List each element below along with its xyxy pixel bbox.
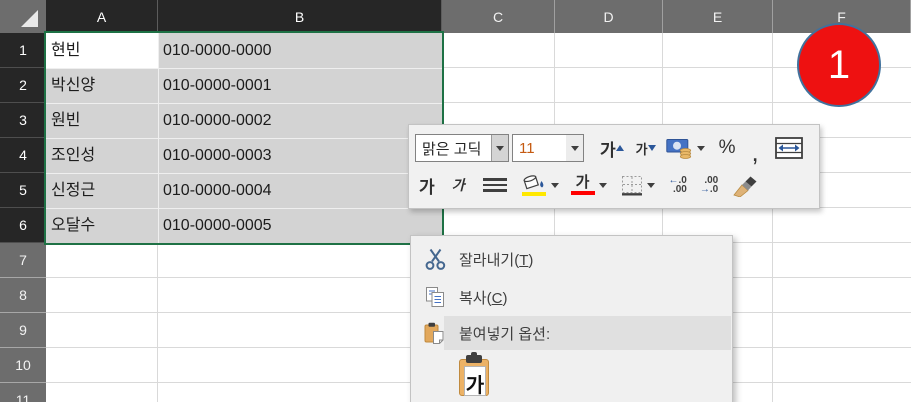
- cell-b3[interactable]: 010-0000-0002: [163, 103, 433, 138]
- table-row: 박신양 010-0000-0001: [46, 68, 442, 103]
- cell-b2[interactable]: 010-0000-0001: [163, 68, 433, 103]
- font-size-value: 11: [513, 135, 566, 161]
- increase-font-icon: [616, 145, 624, 151]
- increase-decimal-icon: ←.0 .00: [669, 176, 687, 194]
- font-name-value: 맑은 고딕: [416, 135, 491, 161]
- format-painter-brush-icon: [732, 173, 760, 197]
- row-header-5[interactable]: 5: [0, 173, 46, 208]
- italic-button[interactable]: 가: [453, 175, 466, 195]
- format-table-button[interactable]: [775, 137, 803, 159]
- paste-options-label: 붙여넣기 옵션:: [459, 323, 550, 344]
- context-menu-item-paste-options: 붙여넣기 옵션:: [411, 316, 732, 350]
- cut-label: 잘라내기(T): [459, 249, 533, 270]
- column-header-c[interactable]: C: [442, 0, 555, 33]
- excel-window: A B C D E F 1 2 3 4 5 6 7 8 9 10 11 현빈 0…: [0, 0, 911, 402]
- context-menu: 잘라내기(T) 복사(C): [410, 235, 733, 402]
- accounting-money-icon: [666, 138, 693, 159]
- chevron-down-icon: [496, 146, 504, 151]
- context-menu-item-cut[interactable]: 잘라내기(T): [411, 240, 732, 278]
- table-row: 현빈 010-0000-0000: [46, 33, 442, 68]
- align-center-button[interactable]: [483, 178, 507, 192]
- row-header-8[interactable]: 8: [0, 278, 46, 313]
- borders-button[interactable]: [621, 175, 655, 196]
- cell-a3[interactable]: 원빈: [51, 103, 155, 138]
- copy-icon: [421, 286, 449, 308]
- selected-range[interactable]: 현빈 010-0000-0000 박신양 010-0000-0001 원빈 01…: [44, 31, 444, 245]
- cell-a1[interactable]: 현빈: [51, 33, 155, 68]
- chevron-down-icon: [599, 183, 607, 188]
- row-header-11[interactable]: 11: [0, 383, 46, 402]
- comma-style-button[interactable]: ,: [752, 139, 759, 157]
- font-color-chip: [571, 191, 595, 195]
- increase-font-label: 가: [600, 136, 616, 161]
- row-header-10[interactable]: 10: [0, 348, 46, 383]
- paste-keep-formatting-label: 가: [464, 368, 486, 398]
- table-row: 신정근 010-0000-0004: [46, 173, 442, 208]
- cell-a2[interactable]: 박신양: [51, 68, 155, 103]
- column-header-d[interactable]: D: [555, 0, 663, 33]
- percent-style-button[interactable]: %: [719, 137, 736, 159]
- decrease-font-size-button[interactable]: 가: [636, 139, 648, 158]
- select-all-button[interactable]: [0, 0, 46, 33]
- accounting-format-button[interactable]: [666, 138, 705, 159]
- font-color-button[interactable]: 가: [571, 176, 607, 195]
- table-row: 오달수 010-0000-0005: [46, 208, 442, 243]
- increase-decimal-button[interactable]: ←.0 .00: [669, 176, 687, 194]
- cut-icon: [421, 248, 449, 271]
- font-name-combo[interactable]: 맑은 고딕: [415, 134, 509, 162]
- row-header-9[interactable]: 9: [0, 313, 46, 348]
- row-header-6[interactable]: 6: [0, 208, 46, 243]
- bold-button[interactable]: 가: [419, 173, 435, 198]
- paint-bucket-icon: [521, 174, 547, 191]
- cell-a5[interactable]: 신정근: [51, 173, 155, 208]
- font-color-label: 가: [576, 176, 590, 190]
- paste-keep-formatting-button[interactable]: 가: [457, 354, 491, 398]
- fill-color-chip: [522, 192, 546, 196]
- chevron-down-icon: [551, 183, 559, 188]
- row-header-4[interactable]: 4: [0, 138, 46, 173]
- format-painter-button[interactable]: [732, 173, 760, 197]
- autofit-width-icon: [775, 137, 803, 159]
- font-name-dropdown[interactable]: [491, 135, 508, 161]
- decrease-font-icon: [648, 145, 656, 151]
- chevron-down-icon: [697, 146, 705, 151]
- fill-color-button[interactable]: [521, 174, 559, 196]
- cell-a6[interactable]: 오달수: [51, 208, 155, 243]
- row-header-2[interactable]: 2: [0, 68, 46, 103]
- paste-icon: [421, 322, 449, 345]
- row-header-3[interactable]: 3: [0, 103, 46, 138]
- select-all-triangle-icon: [21, 10, 38, 27]
- cell-a4[interactable]: 조인성: [51, 138, 155, 173]
- table-row: 조인성 010-0000-0003: [46, 138, 442, 173]
- chevron-down-icon: [647, 183, 655, 188]
- column-header-a[interactable]: A: [46, 0, 158, 33]
- decrease-font-label: 가: [636, 139, 648, 158]
- cell-b4[interactable]: 010-0000-0003: [163, 138, 433, 173]
- table-row: 원빈 010-0000-0002: [46, 103, 442, 138]
- column-header-b[interactable]: B: [158, 0, 442, 33]
- mini-toolbar: 맑은 고딕 11 가 가: [408, 124, 820, 209]
- font-size-dropdown[interactable]: [566, 135, 583, 161]
- decrease-decimal-button[interactable]: .00 →.0: [700, 176, 718, 194]
- clipboard-clip: [466, 355, 482, 363]
- context-menu-item-copy[interactable]: 복사(C): [411, 278, 732, 316]
- copy-label: 복사(C): [459, 287, 507, 308]
- align-center-icon: [483, 178, 507, 192]
- font-size-combo[interactable]: 11: [512, 134, 584, 162]
- italic-label: 가: [450, 175, 468, 195]
- annotation-badge-1: 1: [797, 23, 881, 107]
- increase-font-size-button[interactable]: 가: [600, 136, 616, 161]
- column-header-e[interactable]: E: [663, 0, 773, 33]
- row-header-7[interactable]: 7: [0, 243, 46, 278]
- paste-options-row: 가: [411, 350, 732, 402]
- cell-b1[interactable]: 010-0000-0000: [163, 33, 433, 68]
- cell-b5[interactable]: 010-0000-0004: [163, 173, 433, 208]
- chevron-down-icon: [571, 146, 579, 151]
- bottom-border-icon: [621, 175, 643, 196]
- cell-b6[interactable]: 010-0000-0005: [163, 208, 433, 243]
- row-header-1[interactable]: 1: [0, 33, 46, 68]
- decrease-decimal-icon: .00 →.0: [700, 176, 718, 194]
- bold-label: 가: [419, 173, 435, 198]
